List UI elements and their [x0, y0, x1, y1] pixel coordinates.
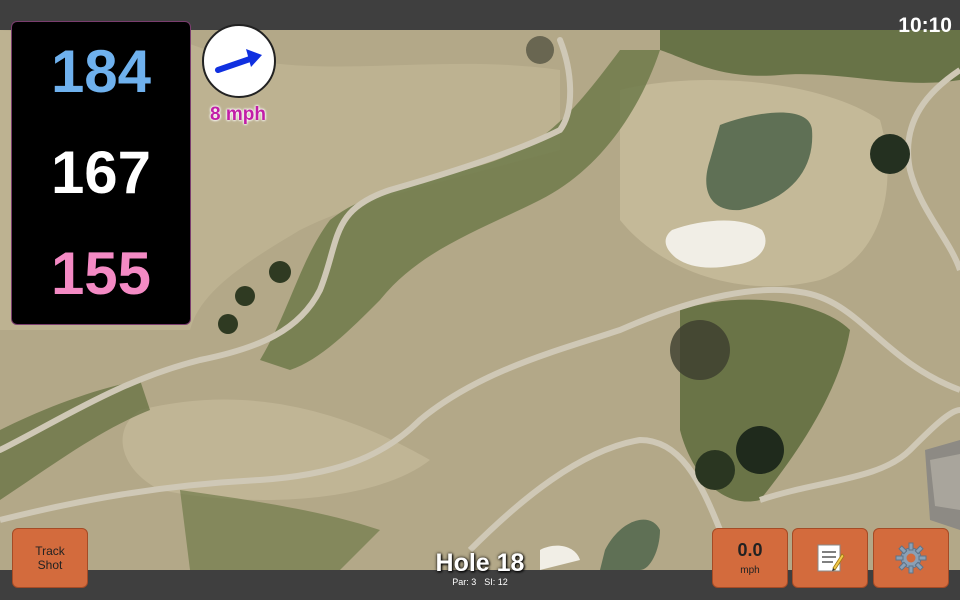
- distance-middle: 167: [50, 138, 152, 206]
- wind-speed-label: 8 mph: [210, 104, 266, 125]
- hole-par: Par: 3: [452, 577, 477, 587]
- speed-value: 0.0: [737, 540, 763, 560]
- arrow-right-icon: [215, 49, 262, 73]
- distance-back: 184: [50, 38, 152, 106]
- track-shot-label: Track Shot: [35, 544, 65, 572]
- gear-icon: [895, 542, 927, 574]
- notepad-icon: [817, 544, 845, 572]
- hole-title: Hole 18: [435, 549, 525, 577]
- hole-info: Par: 3 SI: 12: [400, 577, 560, 587]
- settings-button[interactable]: [873, 528, 949, 588]
- wind-indicator: [202, 24, 276, 98]
- track-shot-button[interactable]: Track Shot: [12, 528, 88, 588]
- notes-button[interactable]: [792, 528, 868, 588]
- speed-button[interactable]: 0.0 mph: [712, 528, 788, 588]
- speed-unit: mph: [740, 565, 760, 576]
- hole-stroke-index: SI: 12: [484, 577, 508, 587]
- distance-front: 155: [50, 239, 152, 307]
- distance-panel: 184 167 155: [11, 21, 191, 325]
- clock: 10:10: [898, 14, 952, 37]
